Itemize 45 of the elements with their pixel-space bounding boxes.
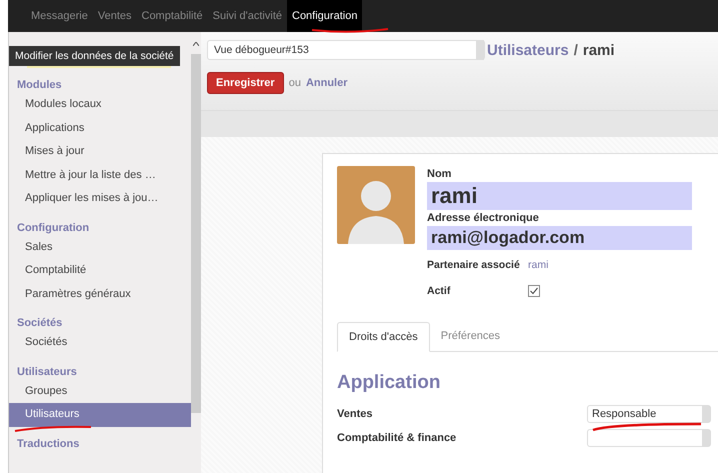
tab[interactable]: Préférences bbox=[430, 322, 512, 351]
partner-link[interactable]: rami bbox=[524, 259, 548, 271]
avatar-silhouette-icon bbox=[337, 166, 415, 244]
breadcrumb-link[interactable]: Utilisateurs bbox=[487, 42, 569, 58]
breadcrumb-separator: / bbox=[574, 42, 578, 58]
email-field[interactable]: rami@logador.com bbox=[427, 226, 692, 250]
top-menu-item[interactable]: Comptabilité bbox=[136, 0, 208, 32]
sidebar-item[interactable]: Mises à jour bbox=[9, 140, 191, 164]
sidebar-item[interactable]: Paramètres généraux bbox=[9, 282, 191, 306]
active-checkbox[interactable] bbox=[528, 285, 540, 297]
name-field[interactable]: rami bbox=[427, 182, 692, 210]
sidebar-item[interactable]: Sociétés bbox=[9, 331, 191, 354]
scroll-up-icon[interactable] bbox=[193, 42, 199, 46]
sidebar-section-title: Configuration bbox=[16, 220, 90, 236]
select-field[interactable]: Responsable bbox=[587, 405, 711, 423]
save-button[interactable]: Enregistrer bbox=[207, 72, 284, 94]
sidebar-item[interactable]: Groupes bbox=[9, 380, 191, 403]
sidebar-item[interactable]: Utilisateurs bbox=[9, 403, 191, 426]
sidebar-item[interactable]: Comptabilité bbox=[9, 259, 191, 282]
sidebar-item[interactable]: Sales bbox=[9, 236, 191, 259]
debug-view-select[interactable]: Vue débogueur#153 bbox=[207, 40, 485, 60]
sidebar-section-title: Utilisateurs bbox=[16, 364, 78, 380]
field-label: Actif bbox=[427, 285, 452, 297]
field-label: Nom bbox=[427, 168, 452, 180]
tab[interactable]: Droits d'accès bbox=[337, 322, 430, 352]
sidebar-section-title: Sociétés bbox=[16, 316, 64, 331]
sidebar-section-title: Modules bbox=[16, 78, 63, 93]
sidebar-item[interactable]: Applications bbox=[9, 116, 191, 140]
sidebar-section-title: Traductions bbox=[16, 436, 80, 452]
sidebar-item[interactable]: Modules locaux bbox=[9, 93, 191, 116]
top-menu-item[interactable]: Configuration bbox=[287, 0, 362, 32]
breadcrumb-current: rami bbox=[582, 42, 615, 58]
field-label: Partenaire associé bbox=[427, 259, 521, 271]
select-field[interactable] bbox=[587, 429, 711, 447]
sidebar-item[interactable]: Appliquer les mises à jou… bbox=[9, 187, 191, 210]
field-label: Comptabilité & finance bbox=[337, 432, 458, 444]
section-title: Application bbox=[337, 372, 442, 394]
field-label: Ventes bbox=[337, 408, 374, 420]
top-menu-item[interactable]: Ventes bbox=[92, 0, 136, 32]
top-menu-item[interactable]: Messagerie bbox=[26, 0, 93, 32]
sidebar-item[interactable]: Mettre à jour la liste des … bbox=[9, 164, 191, 187]
or-text: ou bbox=[288, 77, 301, 89]
field-label: Adresse électronique bbox=[427, 212, 540, 224]
top-menu-item[interactable]: Suivi d'activité bbox=[208, 0, 287, 32]
tooltip: Modifier les données de la société bbox=[9, 46, 180, 66]
